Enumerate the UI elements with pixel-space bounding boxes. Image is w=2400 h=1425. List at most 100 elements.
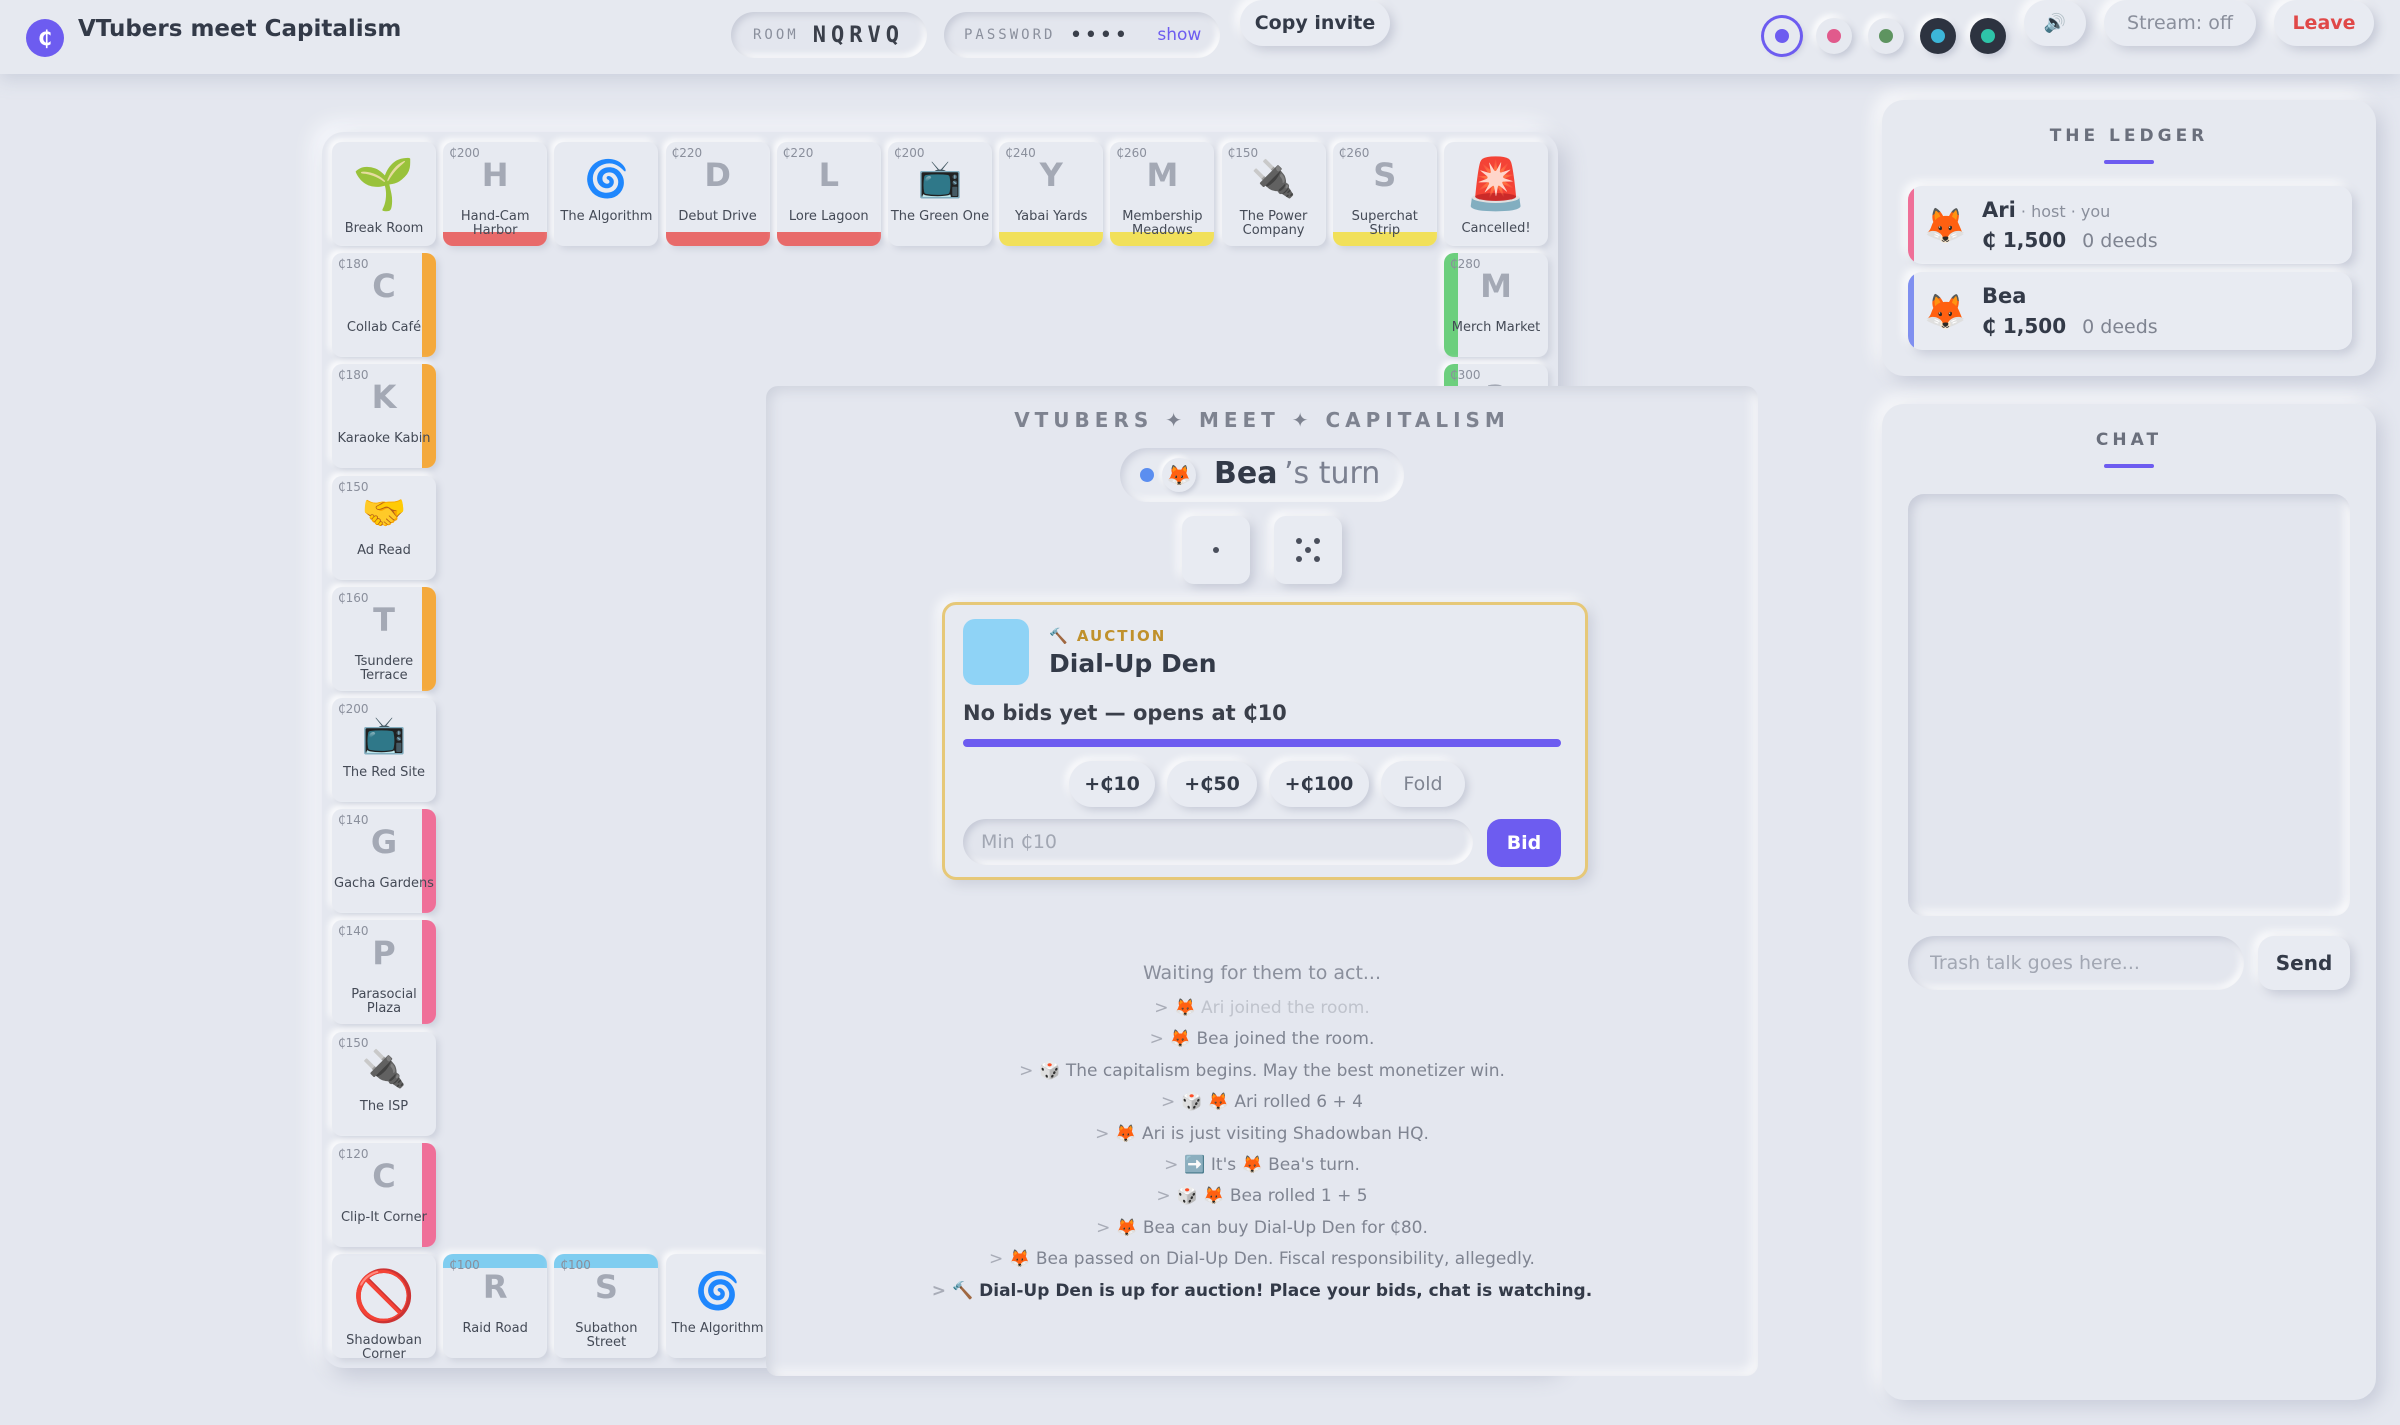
turn-indicator: 🦊 Bea ’s turn [1120,448,1404,502]
avatar-color-option[interactable] [1920,18,1956,54]
turn-suffix: ’s turn [1284,456,1381,491]
avatar-color-option[interactable] [1868,18,1904,54]
player-card-ari[interactable]: 🦊 Ari · host · you ₵ 1,500 0 deeds [1908,186,2352,264]
show-password-link[interactable]: show [1157,25,1201,45]
board-tile-yabai-yards[interactable]: ₵240 Y Yabai Yards [999,142,1104,246]
tile-initial: K [371,378,397,417]
auction-property-name: Dial-Up Den [1049,649,1217,678]
board-tile-tsundere-terrace[interactable]: ₵160 T Tsundere Terrace [332,586,436,691]
tile-initial: M [1146,156,1179,194]
board-tile-superchat-strip[interactable]: ₵260 S Superchat Strip [1332,142,1437,246]
auction-panel: 🔨 AUCTION Dial-Up Den No bids yet — open… [942,602,1588,880]
tile-initial: S [1373,156,1397,194]
player-deeds: 0 deeds [2082,316,2158,338]
avatar-color-option[interactable] [1970,18,2006,54]
bid-plus-100-button[interactable]: +₵100 [1269,761,1369,807]
board-tile-ad-read[interactable]: ₵150 🤝 Ad Read [332,475,436,580]
board-tile-merch-market[interactable]: ₵280 M Merch Market [1444,253,1548,358]
tile-icon: 🌀 [583,159,629,200]
board-tile-parasocial-plaza[interactable]: ₵140 P Parasocial Plaza [332,920,436,1025]
tile-name: The ISP [359,1098,409,1114]
board-tile-hand-cam-harbor[interactable]: ₵200 H Hand-Cam Harbor [443,142,548,246]
board-tile-raid-road[interactable]: ₵100 R Raid Road [443,1254,548,1358]
fold-button[interactable]: Fold [1381,761,1465,807]
board-tile-break-room[interactable]: 🌱 Break Room [332,142,436,246]
send-button[interactable]: Send [2258,936,2350,990]
log-prompt-marker: > [1096,1217,1111,1238]
board-tile-lore-lagoon[interactable]: ₵220 L Lore Lagoon [776,142,881,246]
die-pip [1314,538,1320,544]
log-entry: > ➡️ It's 🦊 Bea's turn. [766,1155,1758,1186]
tile-name: The Algorithm [671,1321,764,1336]
board-tile-shadowban-corner[interactable]: 🚫 Shadowban Corner [332,1254,436,1358]
chat-panel: CHAT Send [1882,404,2376,1400]
die-2 [1274,516,1342,584]
board-tile-the-red-site[interactable]: ₵200 📺 The Red Site [332,698,436,802]
tile-name: Break Room [344,221,424,236]
board-tile-the-power-company[interactable]: ₵150 🔌 The Power Company [1221,142,1326,246]
bid-plus-50-button[interactable]: +₵50 [1167,761,1257,807]
tile-icon: 🌱 [352,155,416,213]
tile-name: Debut Drive [678,209,757,224]
board-tile-cancelled[interactable]: 🚨 Cancelled! [1444,142,1548,246]
avatar-color-swatch [1981,29,1995,43]
bid-plus-10-button[interactable]: +₵10 [1069,761,1155,807]
speaker-icon: 🔊 [2043,12,2067,34]
leave-button[interactable]: Leave [2274,0,2374,46]
log-entry: > 🦊 Ari joined the room. [766,998,1758,1029]
player-role: · host · you [2015,202,2111,221]
game-board: 🌱 Break Room ₵200 H Hand-Cam Harbor 🌀 The Algo… [322,132,1758,1376]
log-prompt-marker: > [1095,1123,1110,1144]
tile-name: Collab Café [346,320,422,336]
board-tile-clip-it-corner[interactable]: ₵120 C Clip-It Corner [332,1142,436,1247]
bid-button[interactable]: Bid [1487,819,1561,867]
property-color-swatch [963,619,1029,685]
room-label: ROOM [753,27,799,43]
avatar-color-option[interactable] [1764,18,1800,54]
player-card-bea[interactable]: 🦊 Bea ₵ 1,500 0 deeds [1908,272,2352,350]
board-tile-collab-caf[interactable]: ₵180 C Collab Café [332,253,436,358]
log-prompt-marker: > [931,1280,947,1301]
player-cash: ₵ 1,500 [1982,314,2067,338]
board-tile-membership-meadows[interactable]: ₵260 M Membership Meadows [1110,142,1215,246]
avatar-color-option[interactable] [1816,18,1852,54]
board-tile-the-algorithm[interactable]: 🌀 The Algorithm [554,142,659,246]
chat-title: CHAT [2095,430,2163,450]
log-text: ➡️ It's 🦊 Bea's turn. [1184,1154,1360,1175]
avatar-color-swatch [1775,29,1789,43]
tile-icon: 📺 [361,715,407,756]
board-tile-debut-drive[interactable]: ₵220 D Debut Drive [665,142,770,246]
sound-button[interactable]: 🔊 [2024,0,2086,46]
ledger-underline [2104,160,2154,164]
log-prompt-marker: > [1161,1092,1176,1113]
tile-name: Raid Road [462,1321,528,1336]
bid-amount-input[interactable] [963,819,1473,865]
auction-label: 🔨 AUCTION [1049,627,1167,645]
ledger-title: THE LEDGER [2049,126,2209,146]
board-tile-the-isp[interactable]: ₵150 🔌 The ISP [332,1031,436,1136]
log-text: 🎲 🦊 Bea rolled 1 + 5 [1176,1186,1368,1207]
board-tile-karaoke-kabin[interactable]: ₵180 K Karaoke Kabin [332,364,436,469]
log-entry: > 🦊 Bea passed on Dial-Up Den. Fiscal res… [766,1249,1758,1280]
die-pip [1305,547,1311,553]
board-tile-gacha-gardens[interactable]: ₵140 G Gacha Gardens [332,809,436,914]
log-text: 🔨 Dial-Up Den is up for auction! Place y… [952,1280,1593,1301]
board-title: VTUBERS ✦ MEET ✦ CAPITALISM [1014,408,1510,432]
tile-initial: G [370,823,398,862]
board-tile-the-green-one[interactable]: ₵200 📺 The Green One [888,142,992,246]
turn-player-name: Bea [1214,456,1278,491]
log-text: 🦊 Bea passed on Dial-Up Den. Fiscal resp… [1009,1249,1535,1270]
die-pip [1296,556,1302,562]
chat-input[interactable] [1908,936,2244,990]
tile-initial: R [482,1268,508,1306]
app-title: VTubers meet Capitalism [78,16,402,42]
copy-invite-button[interactable]: Copy invite [1240,0,1390,46]
tile-icon: 📺 [917,159,963,200]
log-entry: > 🎲 🦊 Bea rolled 1 + 5 [766,1186,1758,1217]
board-tile-subathon-street[interactable]: ₵100 S Subathon Street [554,1254,659,1358]
fox-avatar-icon: 🦊 [1162,458,1196,492]
tile-icon: 🚫 [352,1267,416,1325]
stream-toggle-button[interactable]: Stream: off [2104,0,2256,46]
board-tile-the-algorithm[interactable]: 🌀 The Algorithm [665,1254,770,1358]
app-logo: ₵ [26,19,64,57]
